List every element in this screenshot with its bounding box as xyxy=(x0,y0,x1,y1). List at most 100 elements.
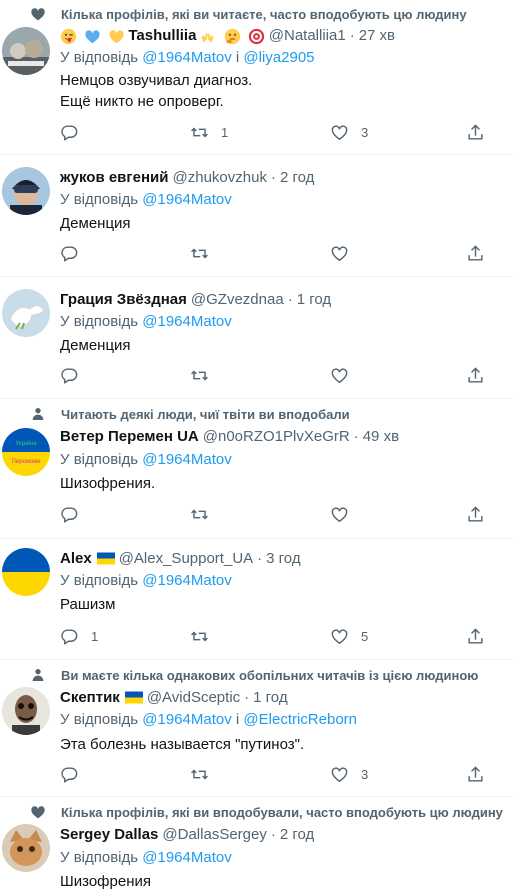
share-button[interactable] xyxy=(466,627,485,646)
retweet-button[interactable] xyxy=(190,765,221,784)
like-button[interactable] xyxy=(330,366,361,385)
user-handle[interactable]: @AvidSceptic xyxy=(147,689,240,706)
tweet-text: Шизофрения. xyxy=(60,475,156,492)
ukraine-flag-icon xyxy=(124,691,143,704)
replying-to: У відповідь @1964Matov xyxy=(60,313,232,330)
avatar[interactable] xyxy=(2,687,50,735)
retweet-button[interactable] xyxy=(190,505,221,524)
avatar[interactable] xyxy=(2,548,50,596)
reply-count: 1 xyxy=(91,629,99,644)
reply-mention-link[interactable]: @1964Matov xyxy=(142,49,231,66)
tweet-actions: 1 5 xyxy=(60,627,490,647)
timestamp[interactable]: 27 хв xyxy=(359,27,395,44)
reply-joiner: і xyxy=(235,49,240,66)
like-button[interactable]: 3 xyxy=(330,765,368,784)
tweet[interactable]: Грация Звёздная @GZvezdnaa · 1 год У від… xyxy=(0,277,514,399)
timestamp[interactable]: 1 год xyxy=(297,291,331,308)
tweet-actions xyxy=(60,366,490,386)
retweet-button[interactable] xyxy=(190,627,221,646)
tweet-header: Tashulliia @Natalliia1 · 27 хв xyxy=(60,27,395,45)
tweet[interactable]: жуков евгений @zhukovzhuk · 2 год У відп… xyxy=(0,155,514,277)
tweet-header: жуков евгений @zhukovzhuk · 2 год xyxy=(60,169,314,186)
display-name[interactable]: Sergey Dallas xyxy=(60,826,158,843)
timestamp[interactable]: 49 хв xyxy=(363,428,399,445)
reply-button[interactable] xyxy=(60,244,91,263)
retweet-icon xyxy=(191,509,208,520)
retweet-icon xyxy=(191,127,208,138)
reply-button[interactable] xyxy=(60,366,91,385)
tweet[interactable]: Кілька профілів, які ви вподобували, час… xyxy=(0,797,514,893)
user-handle[interactable]: @n0oRZO1PlvXeGrR xyxy=(203,428,350,445)
reply-mention-link[interactable]: @1964Matov xyxy=(142,849,231,866)
user-handle[interactable]: @zhukovzhuk xyxy=(173,169,267,186)
reply-button[interactable] xyxy=(60,765,91,784)
tweet[interactable]: Alex @Alex_Support_UA · 3 год У відповід… xyxy=(0,539,514,660)
share-button[interactable] xyxy=(466,244,485,263)
display-name[interactable]: жуков евгений xyxy=(60,169,169,186)
reply-button[interactable]: 1 xyxy=(60,627,98,646)
timestamp[interactable]: 1 год xyxy=(253,689,287,706)
like-button[interactable]: 5 xyxy=(330,627,368,646)
timestamp[interactable]: 3 год xyxy=(266,550,300,567)
reply-mention-link[interactable]: @1964Matov xyxy=(142,313,231,330)
social-context: Кілька профілів, які ви читаєте, часто в… xyxy=(30,6,467,22)
blue-heart-icon xyxy=(85,29,100,43)
timestamp[interactable]: 2 год xyxy=(280,169,314,186)
avatar[interactable]: Україна Переможе xyxy=(2,428,50,476)
avatar[interactable] xyxy=(2,289,50,337)
like-count: 3 xyxy=(361,767,369,782)
reply-button[interactable] xyxy=(60,505,91,524)
emoji-row-2 xyxy=(196,27,264,45)
avatar[interactable] xyxy=(2,824,50,872)
timestamp[interactable]: 2 год xyxy=(280,826,314,843)
like-button[interactable]: 3 xyxy=(330,123,368,142)
display-name[interactable]: Alex xyxy=(60,550,92,567)
avatar[interactable] xyxy=(2,167,50,215)
social-context: Кілька профілів, які ви вподобували, час… xyxy=(30,804,503,820)
replying-to-label: У відповідь xyxy=(60,191,139,208)
like-count: 3 xyxy=(361,125,369,140)
reply-mention-link[interactable]: @ElectricReborn xyxy=(243,711,357,728)
user-handle[interactable]: @Alex_Support_UA xyxy=(119,550,253,567)
tweet-actions xyxy=(60,244,490,264)
separator-dot: · xyxy=(287,291,293,308)
share-button[interactable] xyxy=(466,123,485,142)
retweet-button[interactable] xyxy=(190,244,221,263)
tweet[interactable]: Читають деякі люди, чиї твіти ви вподоба… xyxy=(0,399,514,539)
reply-icon xyxy=(61,767,78,783)
share-button[interactable] xyxy=(466,765,485,784)
like-heart-icon xyxy=(331,368,348,384)
social-context-text: Читають деякі люди, чиї твіти ви вподоба… xyxy=(61,406,350,422)
user-handle[interactable]: @GZvezdnaa xyxy=(191,291,284,308)
person-icon xyxy=(32,408,44,420)
reply-button[interactable] xyxy=(60,123,91,142)
reply-mention-link[interactable]: @1964Matov xyxy=(142,451,231,468)
reply-mention-link[interactable]: @liya2905 xyxy=(243,49,314,66)
reply-joiner: і xyxy=(235,711,240,728)
like-button[interactable] xyxy=(330,244,361,263)
tweet[interactable]: Кілька профілів, які ви читаєте, часто в… xyxy=(0,0,514,155)
reply-mention-link[interactable]: @1964Matov xyxy=(142,191,231,208)
display-name[interactable]: Tashulliia xyxy=(128,27,196,44)
reply-mention-link[interactable]: @1964Matov xyxy=(142,711,231,728)
share-button[interactable] xyxy=(466,505,485,524)
retweet-button[interactable] xyxy=(190,366,221,385)
like-heart-icon xyxy=(331,629,348,645)
tweet[interactable]: Ви маєте кілька однакових обопільних чит… xyxy=(0,660,514,797)
display-name[interactable]: Грация Звёздная xyxy=(60,291,187,308)
separator-dot: · xyxy=(270,169,276,186)
share-button[interactable] xyxy=(466,366,485,385)
user-handle[interactable]: @DallasSergey xyxy=(162,826,266,843)
like-button[interactable] xyxy=(330,505,361,524)
avatar[interactable] xyxy=(2,27,50,75)
share-icon xyxy=(468,245,483,261)
display-name[interactable]: Скептик xyxy=(60,689,120,706)
retweet-button[interactable]: 1 xyxy=(190,123,228,142)
display-name[interactable]: Ветер Перемен UA xyxy=(60,428,199,445)
replying-to-label: У відповідь xyxy=(60,451,139,468)
user-handle[interactable]: @Natalliia1 xyxy=(269,27,346,44)
reply-mention-link[interactable]: @1964Matov xyxy=(142,572,231,589)
reply-icon xyxy=(61,368,78,384)
avatar-text-bottom: Переможе xyxy=(11,459,41,465)
winking-tongue-emoji-icon xyxy=(60,28,77,44)
